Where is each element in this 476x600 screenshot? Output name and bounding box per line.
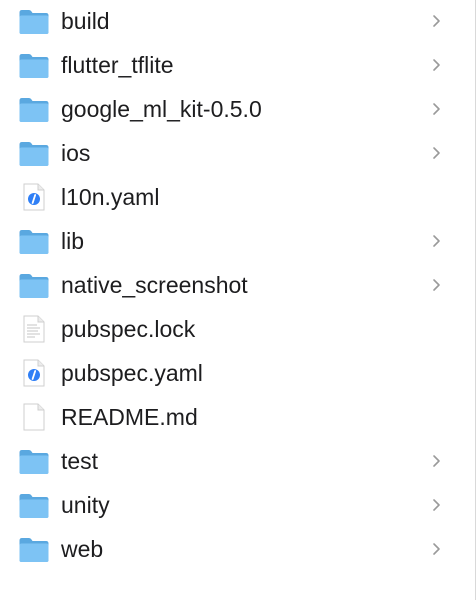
folder-icon xyxy=(18,446,50,476)
file-name: web xyxy=(61,536,104,562)
list-item[interactable]: build xyxy=(0,0,474,44)
file-name: README.md xyxy=(61,404,198,430)
list-item[interactable]: flutter_tflite xyxy=(0,44,474,88)
file-name: build xyxy=(61,8,110,34)
folder-icon xyxy=(18,226,50,256)
list-item[interactable]: l10n.yaml xyxy=(0,176,474,220)
yaml-file-icon xyxy=(18,358,50,388)
chevron-right-icon xyxy=(430,452,442,470)
document-file-icon xyxy=(18,402,50,432)
folder-icon xyxy=(18,50,50,80)
file-name: google_ml_kit-0.5.0 xyxy=(61,96,262,122)
chevron-right-icon xyxy=(430,496,442,514)
chevron-right-icon xyxy=(430,232,442,250)
folder-icon xyxy=(18,534,50,564)
text-file-icon xyxy=(18,314,50,344)
file-name: l10n.yaml xyxy=(61,184,160,210)
list-item[interactable]: pubspec.yaml xyxy=(0,352,474,396)
list-item[interactable]: lib xyxy=(0,220,474,264)
chevron-right-icon xyxy=(430,540,442,558)
chevron-right-icon xyxy=(430,100,442,118)
list-item[interactable]: google_ml_kit-0.5.0 xyxy=(0,88,474,132)
file-name: flutter_tflite xyxy=(61,52,174,78)
chevron-right-icon xyxy=(430,56,442,74)
list-item[interactable]: test xyxy=(0,440,474,484)
folder-icon xyxy=(18,138,50,168)
file-name: pubspec.yaml xyxy=(61,360,203,386)
list-item[interactable]: web xyxy=(0,528,474,572)
folder-icon xyxy=(18,490,50,520)
file-name: unity xyxy=(61,492,110,518)
folder-icon xyxy=(18,270,50,300)
yaml-file-icon xyxy=(18,182,50,212)
folder-icon xyxy=(18,94,50,124)
file-name: pubspec.lock xyxy=(61,316,196,342)
list-item[interactable]: ios xyxy=(0,132,474,176)
chevron-right-icon xyxy=(430,276,442,294)
list-item[interactable]: README.md xyxy=(0,396,474,440)
list-item[interactable]: pubspec.lock xyxy=(0,308,474,352)
file-name: native_screenshot xyxy=(61,272,248,298)
chevron-right-icon xyxy=(430,12,442,30)
file-name: ios xyxy=(61,140,91,166)
list-item[interactable]: native_screenshot xyxy=(0,264,474,308)
file-name: lib xyxy=(61,228,85,254)
file-name: test xyxy=(61,448,99,474)
chevron-right-icon xyxy=(430,144,442,162)
file-list: build flutter_tflite google_ml_kit-0.5.0… xyxy=(0,0,476,600)
folder-icon xyxy=(18,6,50,36)
list-item[interactable]: unity xyxy=(0,484,474,528)
